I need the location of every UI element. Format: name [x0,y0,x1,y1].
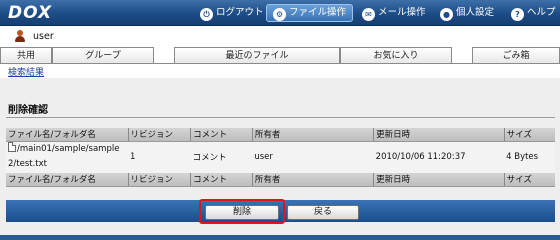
footer-bar [0,235,560,240]
nav-personal-settings-label: 個人設定 [456,7,495,18]
nav-help[interactable]: ? ヘルプ [511,4,556,22]
column-header: コメント [190,128,253,142]
file-name-cell: /main01/sample/sample2/test.txt [6,141,128,173]
file-name: /main01/sample/sample2/test.txt [8,142,126,172]
tab-shared[interactable]: 共用 [0,47,52,64]
revision-cell: 1 [128,141,191,173]
help-icon: ? [511,8,524,21]
tab-favorites[interactable]: お気に入り [340,47,452,64]
folder-tabs: 共用 グループ 最近のファイル お気に入り ごみ箱 [0,47,560,64]
power-icon: ⏻ [200,8,213,21]
column-header: サイズ [503,173,555,187]
person-icon: ● [440,8,453,21]
breadcrumb: 検索結果 [0,64,560,78]
column-header: リビジョン [127,128,191,142]
updated-cell: 2010/10/06 11:20:37 [373,141,505,173]
column-header: 所有者 [251,173,374,187]
column-header: 更新日時 [373,128,505,142]
table-row: /main01/sample/sample2/test.txt 1 コメント u… [6,141,555,173]
back-button[interactable]: 戻る [287,205,359,220]
column-header: リビジョン [127,173,191,187]
breadcrumb-search-results-link[interactable]: 検索結果 [8,65,44,78]
user-avatar-icon [14,30,26,43]
column-header: コメント [190,173,253,187]
column-header: 更新日時 [373,173,505,187]
top-nav-bar: DOX ⏻ ログアウト ⚙ ファイル操作 ✉ メール操作 ● 個人設定 ? ヘルプ [0,0,560,26]
column-header: 所有者 [251,128,374,142]
nav-help-label: ヘルプ [527,7,556,18]
file-table: ファイル名/フォルダ名 リビジョン コメント 所有者 更新日時 サイズ /mai… [6,128,555,187]
tab-recent-files[interactable]: 最近のファイル [174,47,340,64]
mail-icon: ✉ [362,8,375,21]
gear-icon: ⚙ [273,8,286,21]
page-title: 削除確認 [8,105,48,116]
nav-mail-operations-label: メール操作 [378,7,426,18]
file-path: /main01/sample/sample2/test.txt [8,144,120,170]
table-footer-row: ファイル名/フォルダ名 リビジョン コメント 所有者 更新日時 サイズ [6,173,555,187]
size-cell: 4 Bytes [504,141,555,173]
user-row: user [0,27,560,47]
user-name: user [33,31,54,42]
owner-cell: user [252,141,374,173]
nav-file-operations[interactable]: ⚙ ファイル操作 [266,4,354,22]
tab-trash[interactable]: ごみ箱 [472,47,560,64]
table-header-row: ファイル名/フォルダ名 リビジョン コメント 所有者 更新日時 サイズ [6,128,555,142]
column-header: ファイル名/フォルダ名 [6,173,128,187]
app-logo: DOX [8,3,53,23]
comment-cell: コメント [190,141,253,173]
nav-logout[interactable]: ⏻ ログアウト [200,4,264,22]
nav-mail-operations[interactable]: ✉ メール操作 [362,4,426,22]
main-content: 削除確認 ファイル名/フォルダ名 リビジョン コメント 所有者 更新日時 サイズ… [0,78,560,240]
title-divider [6,117,555,118]
tab-group[interactable]: グループ [52,47,154,64]
nav-logout-label: ログアウト [216,7,264,18]
nav-personal-settings[interactable]: ● 個人設定 [440,4,494,22]
file-icon [8,142,16,153]
nav-file-operations-label: ファイル操作 [289,7,347,18]
column-header: サイズ [503,128,555,142]
delete-button[interactable]: 削除 [205,205,279,220]
column-header: ファイル名/フォルダ名 [6,128,128,142]
